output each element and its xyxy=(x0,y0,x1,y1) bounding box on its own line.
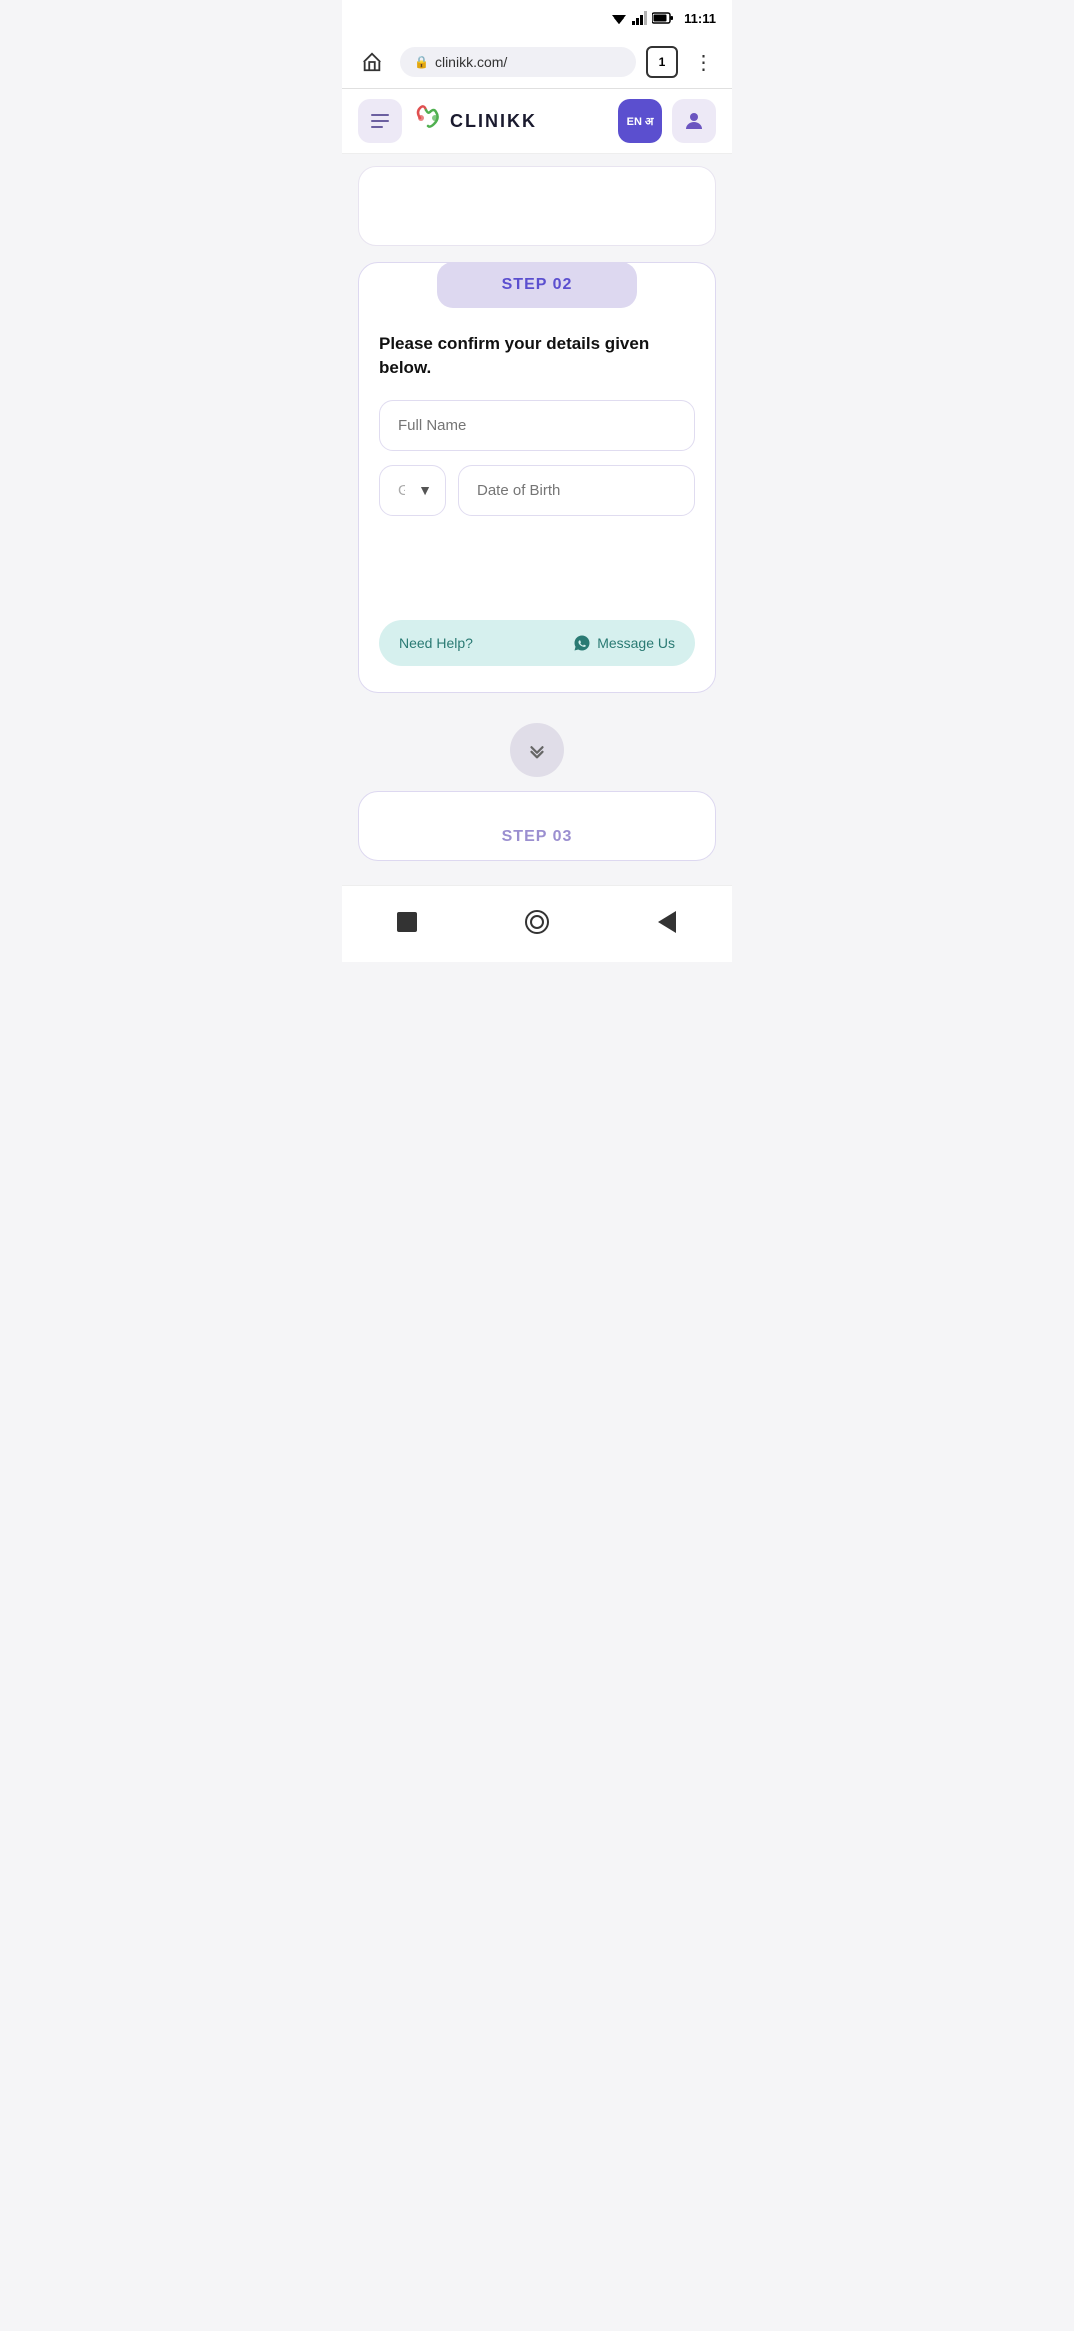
more-options-button[interactable]: ⋮ xyxy=(688,46,720,78)
main-content: STEP 02 Please confirm your details give… xyxy=(342,154,732,877)
back-arrow-icon xyxy=(658,911,676,933)
step-02-card: STEP 02 Please confirm your details give… xyxy=(358,262,716,693)
gender-select-wrapper: Gender Male Female Other ▼ xyxy=(379,465,446,516)
scroll-down-button[interactable] xyxy=(510,723,564,777)
help-bar: Need Help? Message Us xyxy=(379,620,695,666)
language-button[interactable]: EN अ xyxy=(618,99,662,143)
logo-area: CLINIKK xyxy=(412,104,608,138)
url-text: clinikk.com/ xyxy=(435,54,507,70)
dob-input[interactable] xyxy=(458,465,695,516)
wifi-icon xyxy=(610,11,628,25)
back-button[interactable] xyxy=(647,902,687,942)
step-03-stub: STEP 03 xyxy=(358,791,716,861)
bottom-nav xyxy=(342,885,732,962)
step-03-title: STEP 03 xyxy=(502,828,573,846)
stop-button[interactable] xyxy=(387,902,427,942)
circle-icon xyxy=(525,910,549,934)
status-icons: 11:11 xyxy=(610,11,716,26)
menu-button[interactable] xyxy=(358,99,402,143)
gender-select[interactable]: Gender Male Female Other xyxy=(379,465,446,516)
nav-bar: CLINIKK EN अ xyxy=(342,89,732,154)
lang-icon: EN अ xyxy=(627,114,654,129)
logo-text: CLINIKK xyxy=(450,111,537,132)
step-02-title: STEP 02 xyxy=(502,276,573,293)
confirm-text: Please confirm your details given below. xyxy=(379,332,695,380)
hamburger-icon xyxy=(371,114,389,128)
spacer xyxy=(379,530,695,610)
double-chevron-down-icon xyxy=(526,739,548,761)
step-02-header: STEP 02 xyxy=(437,262,637,308)
need-help-text: Need Help? xyxy=(399,635,473,651)
user-icon xyxy=(682,109,706,133)
square-icon xyxy=(397,912,417,932)
step-02-body: Please confirm your details given below.… xyxy=(359,308,715,692)
whatsapp-icon xyxy=(573,634,591,652)
message-us-button[interactable]: Message Us xyxy=(573,634,675,652)
prev-step-stub xyxy=(358,166,716,246)
tab-count-button[interactable]: 1 xyxy=(646,46,678,78)
browser-bar: 🔒 clinikk.com/ 1 ⋮ xyxy=(342,36,732,89)
home-nav-button[interactable] xyxy=(517,902,557,942)
lock-icon: 🔒 xyxy=(414,55,429,69)
home-button[interactable] xyxy=(354,44,390,80)
message-us-label: Message Us xyxy=(597,635,675,651)
battery-icon xyxy=(652,12,674,24)
signal-icon xyxy=(632,11,648,25)
full-name-input[interactable] xyxy=(379,400,695,451)
gender-dob-row: Gender Male Female Other ▼ xyxy=(379,465,695,516)
status-bar: 11:11 xyxy=(342,0,732,36)
status-time: 11:11 xyxy=(684,11,716,26)
profile-button[interactable] xyxy=(672,99,716,143)
logo-symbol xyxy=(412,104,444,138)
url-bar[interactable]: 🔒 clinikk.com/ xyxy=(400,47,636,77)
